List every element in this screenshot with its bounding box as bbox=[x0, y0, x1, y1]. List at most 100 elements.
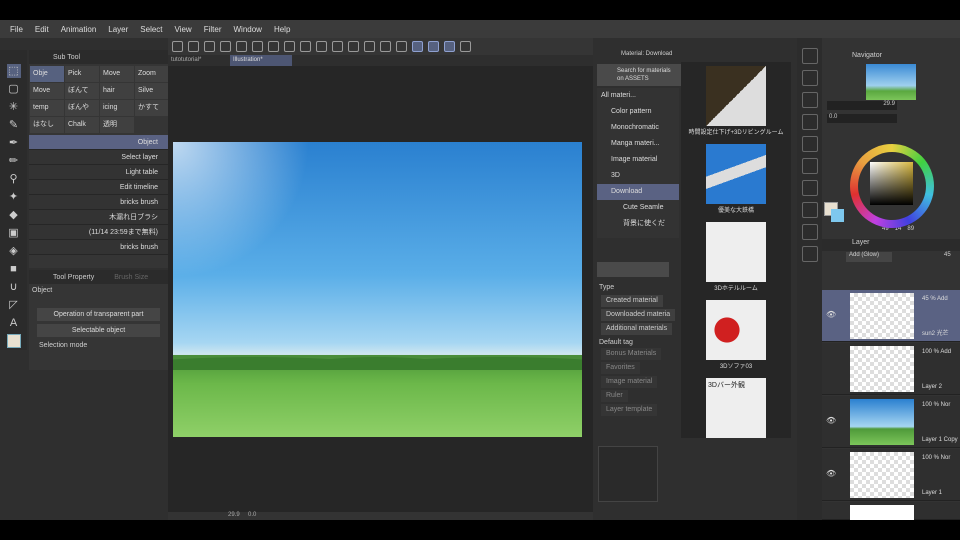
tree-item[interactable]: Manga materi... bbox=[597, 136, 679, 152]
new-file-icon[interactable] bbox=[220, 41, 231, 52]
invert-icon[interactable] bbox=[396, 41, 407, 52]
subtool-item[interactable]: Object bbox=[29, 135, 168, 150]
subtool-tab[interactable]: icing bbox=[100, 100, 134, 116]
tag-chip[interactable]: Image material bbox=[601, 376, 658, 388]
figure-icon[interactable]: ∪ bbox=[7, 280, 21, 294]
selectable-object-dropdown[interactable]: Selectable object bbox=[37, 324, 160, 337]
pencil-icon[interactable]: ✏ bbox=[7, 154, 21, 168]
angle-value[interactable]: 0.0 bbox=[248, 512, 256, 518]
navigator-preview[interactable] bbox=[866, 64, 916, 100]
menu-select[interactable]: Select bbox=[140, 25, 162, 34]
subtool-tab[interactable]: 透明 bbox=[100, 117, 134, 133]
menu-file[interactable]: File bbox=[10, 25, 23, 34]
search-assets-button[interactable]: Search for materials on ASSETS bbox=[597, 64, 681, 86]
snap-special-icon[interactable] bbox=[428, 41, 439, 52]
open-icon[interactable] bbox=[236, 41, 247, 52]
layer-row[interactable]: 👁 100 % Nor Layer 1 Copy bbox=[822, 396, 960, 448]
subtool-tab[interactable]: Pick bbox=[65, 66, 99, 82]
eye-icon[interactable]: 👁 bbox=[826, 469, 836, 478]
type-chip[interactable]: Downloaded materia bbox=[601, 309, 676, 321]
subtool-tab[interactable]: Move bbox=[30, 83, 64, 99]
settings-icon[interactable] bbox=[460, 41, 471, 52]
clear-icon[interactable] bbox=[316, 41, 327, 52]
tree-item[interactable]: All materi... bbox=[597, 88, 679, 104]
fill-icon[interactable] bbox=[332, 41, 343, 52]
tag-chip[interactable]: Bonus Materials bbox=[601, 348, 662, 360]
snap-grid-icon[interactable] bbox=[444, 41, 455, 52]
zoom-value[interactable]: 29.9 bbox=[228, 512, 240, 518]
subtool-tab[interactable]: はなし bbox=[30, 117, 64, 133]
type-chip[interactable]: Created material bbox=[601, 295, 663, 307]
blend-icon[interactable]: ▣ bbox=[7, 226, 21, 240]
operation-tool-icon[interactable]: ⬚ bbox=[6, 64, 21, 78]
tree-item[interactable]: 背景に使くだ bbox=[597, 216, 679, 232]
paper-layer-row[interactable] bbox=[822, 502, 960, 521]
menu-help[interactable]: Help bbox=[274, 25, 290, 34]
undo-icon[interactable] bbox=[268, 41, 279, 52]
layer-opacity[interactable]: 45 bbox=[944, 252, 951, 258]
material-thumb[interactable] bbox=[706, 66, 766, 126]
crop-icon[interactable] bbox=[380, 41, 391, 52]
canvas-artwork[interactable] bbox=[173, 142, 582, 437]
dock-icon[interactable] bbox=[801, 224, 818, 240]
tree-item[interactable]: Image material bbox=[597, 152, 679, 168]
saturation-brightness-square[interactable] bbox=[870, 162, 913, 205]
tab-brush-size[interactable]: Brush Size bbox=[114, 274, 148, 281]
subtool-tab[interactable]: Zoom bbox=[135, 66, 169, 82]
snap-ruler-icon[interactable] bbox=[412, 41, 423, 52]
navigator-zoom-slider[interactable]: 29.9 bbox=[827, 101, 897, 110]
tag-chip[interactable]: Ruler bbox=[601, 390, 628, 402]
dock-icon[interactable] bbox=[801, 48, 818, 64]
layer-row[interactable]: 100 % Add Layer 2 bbox=[822, 343, 960, 395]
material-thumb[interactable] bbox=[706, 222, 766, 282]
subtool-tab[interactable]: Obje bbox=[30, 66, 64, 82]
tab-illustration[interactable]: Illustration* bbox=[230, 55, 292, 66]
blend-mode-dropdown[interactable]: Add (Glow) bbox=[846, 252, 892, 262]
magic-wand-icon[interactable]: ✳ bbox=[7, 100, 21, 114]
fill-tool-icon[interactable]: ◈ bbox=[7, 244, 21, 258]
subtool-tab[interactable]: Silve bbox=[135, 83, 169, 99]
eraser-icon[interactable]: ◆ bbox=[7, 208, 21, 222]
new-icon[interactable] bbox=[188, 41, 199, 52]
tag-chip[interactable]: Favorites bbox=[601, 362, 640, 374]
subtool-item[interactable]: bricks brush bbox=[29, 240, 168, 255]
transform-icon[interactable] bbox=[348, 41, 359, 52]
menu-window[interactable]: Window bbox=[234, 25, 262, 34]
decoration-icon[interactable]: ✦ bbox=[7, 190, 21, 204]
dock-icon[interactable] bbox=[801, 180, 818, 196]
subtool-item[interactable]: Edit timeline bbox=[29, 180, 168, 195]
selection-tool-icon[interactable]: ▢ bbox=[7, 82, 21, 96]
subtool-tab[interactable]: temp bbox=[30, 100, 64, 116]
menu-view[interactable]: View bbox=[175, 25, 192, 34]
redo-icon[interactable] bbox=[284, 41, 295, 52]
subtool-tab[interactable]: hair bbox=[100, 83, 134, 99]
subtool-tab[interactable]: かすて bbox=[135, 100, 169, 116]
dock-icon[interactable] bbox=[801, 246, 818, 262]
subtool-item[interactable]: bricks brush bbox=[29, 195, 168, 210]
transparent-part-dropdown[interactable]: Operation of transparent part bbox=[37, 308, 160, 321]
subtool-tab[interactable]: ぼんて bbox=[65, 83, 99, 99]
tab-tool-property[interactable]: Tool Property bbox=[53, 274, 94, 281]
dock-icon[interactable] bbox=[801, 70, 818, 86]
pen-icon[interactable]: ✒ bbox=[7, 136, 21, 150]
subtool-item[interactable]: 木漏れ日ブラシ bbox=[29, 210, 168, 225]
tag-chip[interactable]: Layer template bbox=[601, 404, 658, 416]
navigator-angle-slider[interactable]: 0.0 bbox=[827, 114, 897, 123]
eye-icon[interactable]: 👁 bbox=[826, 416, 836, 425]
dock-icon[interactable] bbox=[801, 158, 818, 174]
menu-icon[interactable] bbox=[172, 41, 183, 52]
layer-row[interactable]: 👁 45 % Add sun2 光芒 bbox=[822, 290, 960, 342]
material-thumb[interactable] bbox=[706, 144, 766, 204]
subtool-item[interactable]: Select layer bbox=[29, 150, 168, 165]
text-icon[interactable]: A bbox=[7, 316, 21, 330]
type-chip[interactable]: Additional materials bbox=[601, 323, 673, 335]
subtool-tab[interactable]: ぼんや bbox=[65, 100, 99, 116]
save-icon[interactable] bbox=[252, 41, 263, 52]
subtool-item[interactable]: Light table bbox=[29, 165, 168, 180]
subtool-item[interactable]: (11/14 23:59まで無料) bbox=[29, 225, 168, 240]
tag-search-input[interactable] bbox=[597, 262, 669, 277]
clip-studio-icon[interactable] bbox=[204, 41, 215, 52]
dock-icon[interactable] bbox=[801, 202, 818, 218]
tree-item[interactable]: 3D bbox=[597, 168, 679, 184]
subtool-tab[interactable]: Move bbox=[100, 66, 134, 82]
